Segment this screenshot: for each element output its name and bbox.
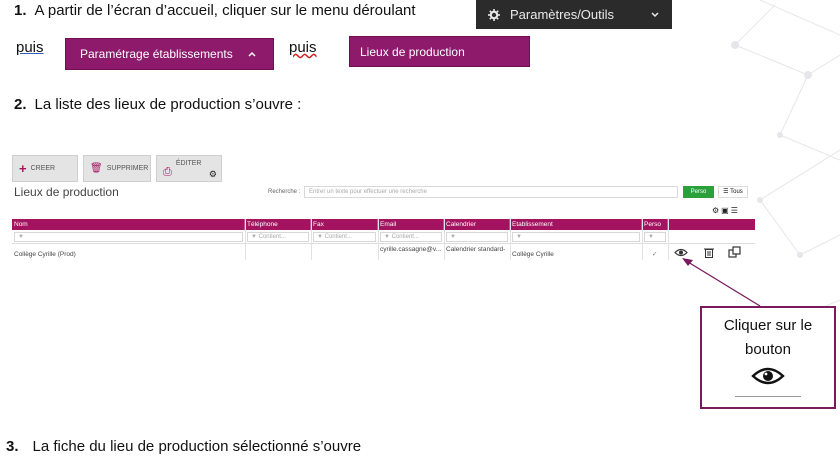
callout-underline: [735, 396, 801, 397]
callout-line-2: bouton: [745, 341, 791, 358]
step-3-number: 3.: [6, 438, 19, 455]
step-3: 3. La fiche du lieu de production sélect…: [6, 438, 361, 455]
callout-line-1: Cliquer sur le: [723, 317, 813, 334]
eye-icon: [751, 367, 785, 385]
step-3-text: La fiche du lieu de production sélection…: [32, 438, 362, 455]
instruction-callout: Cliquer sur le bouton: [700, 306, 836, 409]
